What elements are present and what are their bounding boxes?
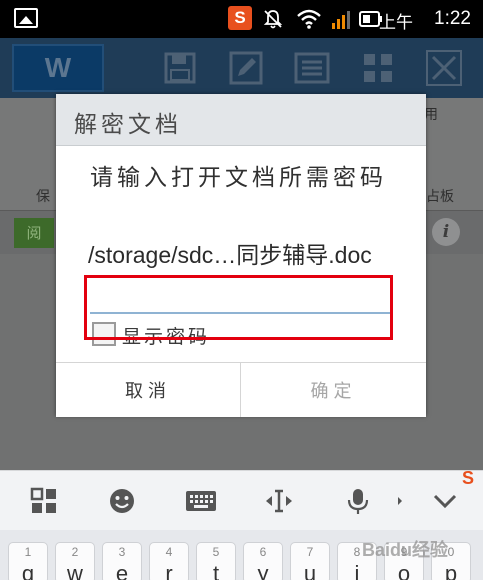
key-e[interactable]: 3e	[102, 542, 142, 580]
dialog-button-bar: 取消 确定	[56, 362, 426, 417]
close-icon	[426, 50, 462, 86]
dialog-message: 请输入打开文档所需密码	[90, 165, 387, 191]
bg-paste-label: 占板	[426, 189, 454, 205]
bg-save-label: 保	[36, 189, 50, 205]
key-t[interactable]: 5t	[196, 542, 236, 580]
mute-bell-icon	[263, 10, 283, 29]
key-y[interactable]: 6y	[243, 542, 283, 580]
emoji-icon[interactable]	[108, 486, 136, 516]
key-q[interactable]: 1q	[8, 542, 48, 580]
grid-icon	[364, 54, 392, 82]
status-ampm: 上午	[379, 13, 413, 33]
wps-logo: W	[12, 44, 104, 92]
sogou-input-icon: S	[228, 6, 252, 30]
apps-grid-icon[interactable]	[30, 486, 58, 516]
more-arrow-icon[interactable]	[396, 486, 404, 516]
app-toolbar: W	[0, 38, 483, 98]
sogou-float-icon: S	[462, 468, 475, 488]
status-bar: S 上午 1:22	[0, 0, 483, 38]
list-icon	[294, 52, 330, 84]
status-time: 1:22	[434, 8, 471, 29]
signal-icon	[332, 11, 350, 29]
ok-button[interactable]: 确定	[241, 363, 426, 417]
keyboard-toolbar	[0, 470, 483, 530]
dialog-header: 解密文档	[56, 94, 426, 146]
microphone-icon[interactable]	[346, 486, 370, 516]
read-mode-button: 阅	[14, 218, 54, 248]
cancel-button[interactable]: 取消	[56, 363, 241, 417]
save-icon	[164, 52, 196, 84]
wifi-icon	[297, 9, 321, 29]
bg-use-label: 用	[424, 107, 438, 123]
baidu-watermark: Baidu经验	[362, 540, 449, 560]
key-r[interactable]: 4r	[149, 542, 189, 580]
file-path: /storage/sdc…同步辅导.doc	[88, 242, 372, 268]
dialog-title: 解密文档	[74, 112, 182, 138]
decrypt-dialog: 解密文档 请输入打开文档所需密码 /storage/sdc…同步辅导.doc 显…	[56, 94, 426, 417]
cursor-move-icon[interactable]	[264, 486, 294, 516]
highlight-annotation	[84, 275, 393, 340]
key-w[interactable]: 2w	[55, 542, 95, 580]
keyboard-icon[interactable]	[184, 486, 218, 516]
gallery-notification-icon	[14, 8, 38, 28]
edit-icon	[229, 51, 263, 85]
chevron-down-icon[interactable]	[430, 486, 460, 516]
key-u[interactable]: 7u	[290, 542, 330, 580]
info-icon: i	[432, 218, 460, 246]
